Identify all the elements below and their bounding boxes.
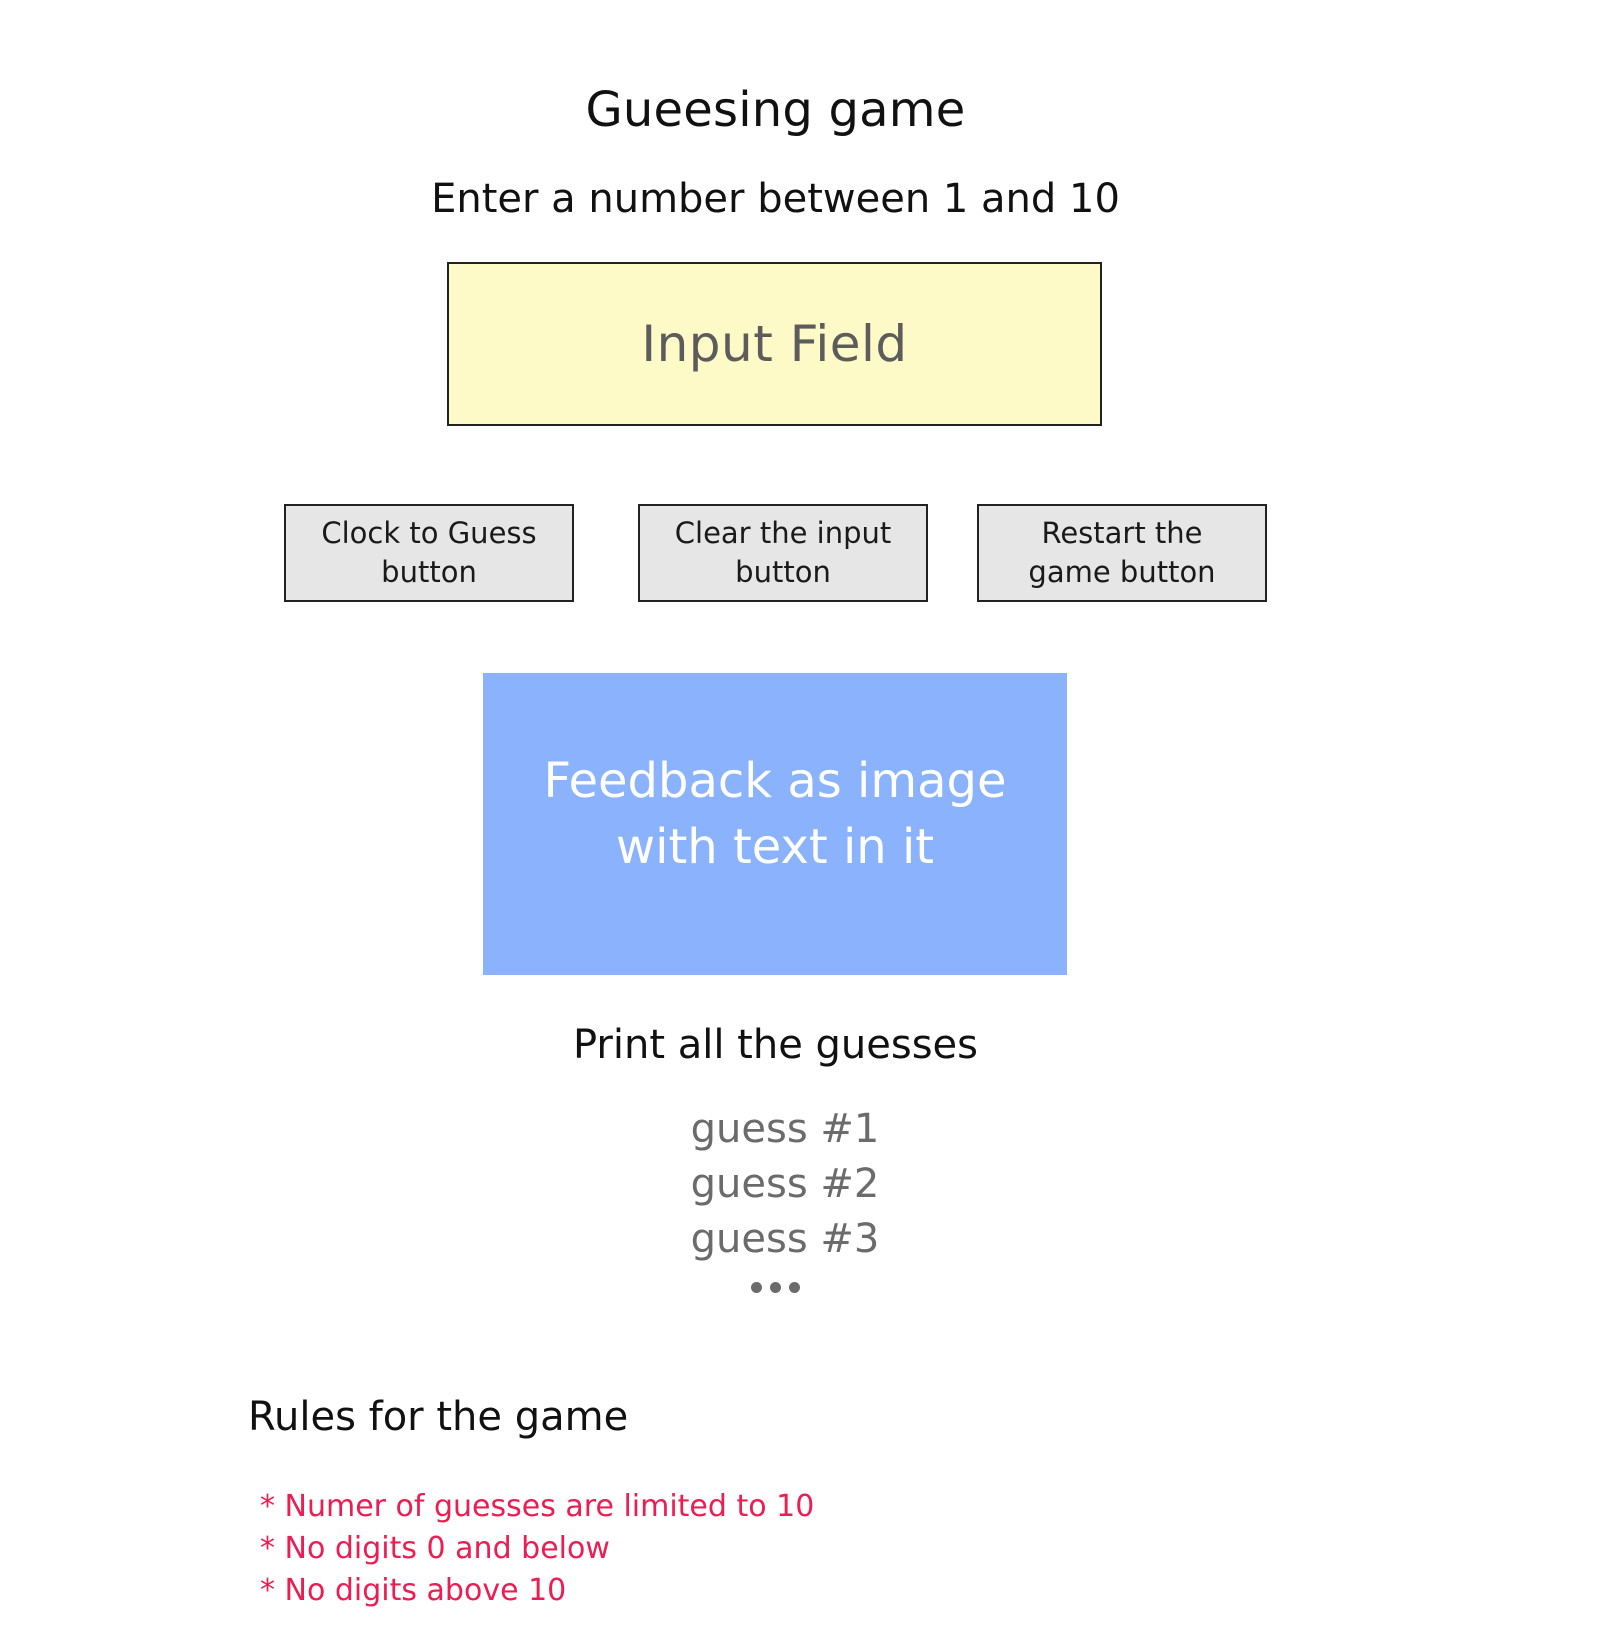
dot-icon [770, 1282, 781, 1293]
guesses-heading: Print all the guesses [572, 1022, 979, 1068]
dot-icon [751, 1282, 762, 1293]
rule-item: * Numer of guesses are limited to 10 [260, 1489, 815, 1524]
more-guesses-ellipsis-icon [0, 1282, 1551, 1293]
page-title: Gueesing game [585, 82, 966, 138]
guess-button[interactable]: Clock to Guess button [284, 504, 574, 602]
guess-item: guess #3 [690, 1216, 880, 1262]
guess-item: guess #1 [690, 1106, 880, 1152]
rules-list: * Numer of guesses are limited to 10 * N… [260, 1486, 814, 1612]
feedback-image: Feedback as image with text in it [483, 673, 1067, 975]
rules-heading: Rules for the game [248, 1394, 629, 1440]
dot-icon [789, 1282, 800, 1293]
restart-game-button[interactable]: Restart the game button [977, 504, 1267, 602]
guess-list: guess #1 guess #2 guess #3 [0, 1102, 1570, 1267]
clear-input-button[interactable]: Clear the input button [638, 504, 928, 602]
rule-item: * No digits 0 and below [260, 1531, 610, 1566]
number-input-field[interactable]: Input Field [447, 262, 1102, 426]
guess-item: guess #2 [690, 1161, 880, 1207]
rule-item: * No digits above 10 [260, 1573, 567, 1608]
instruction-text: Enter a number between 1 and 10 [431, 176, 1120, 222]
